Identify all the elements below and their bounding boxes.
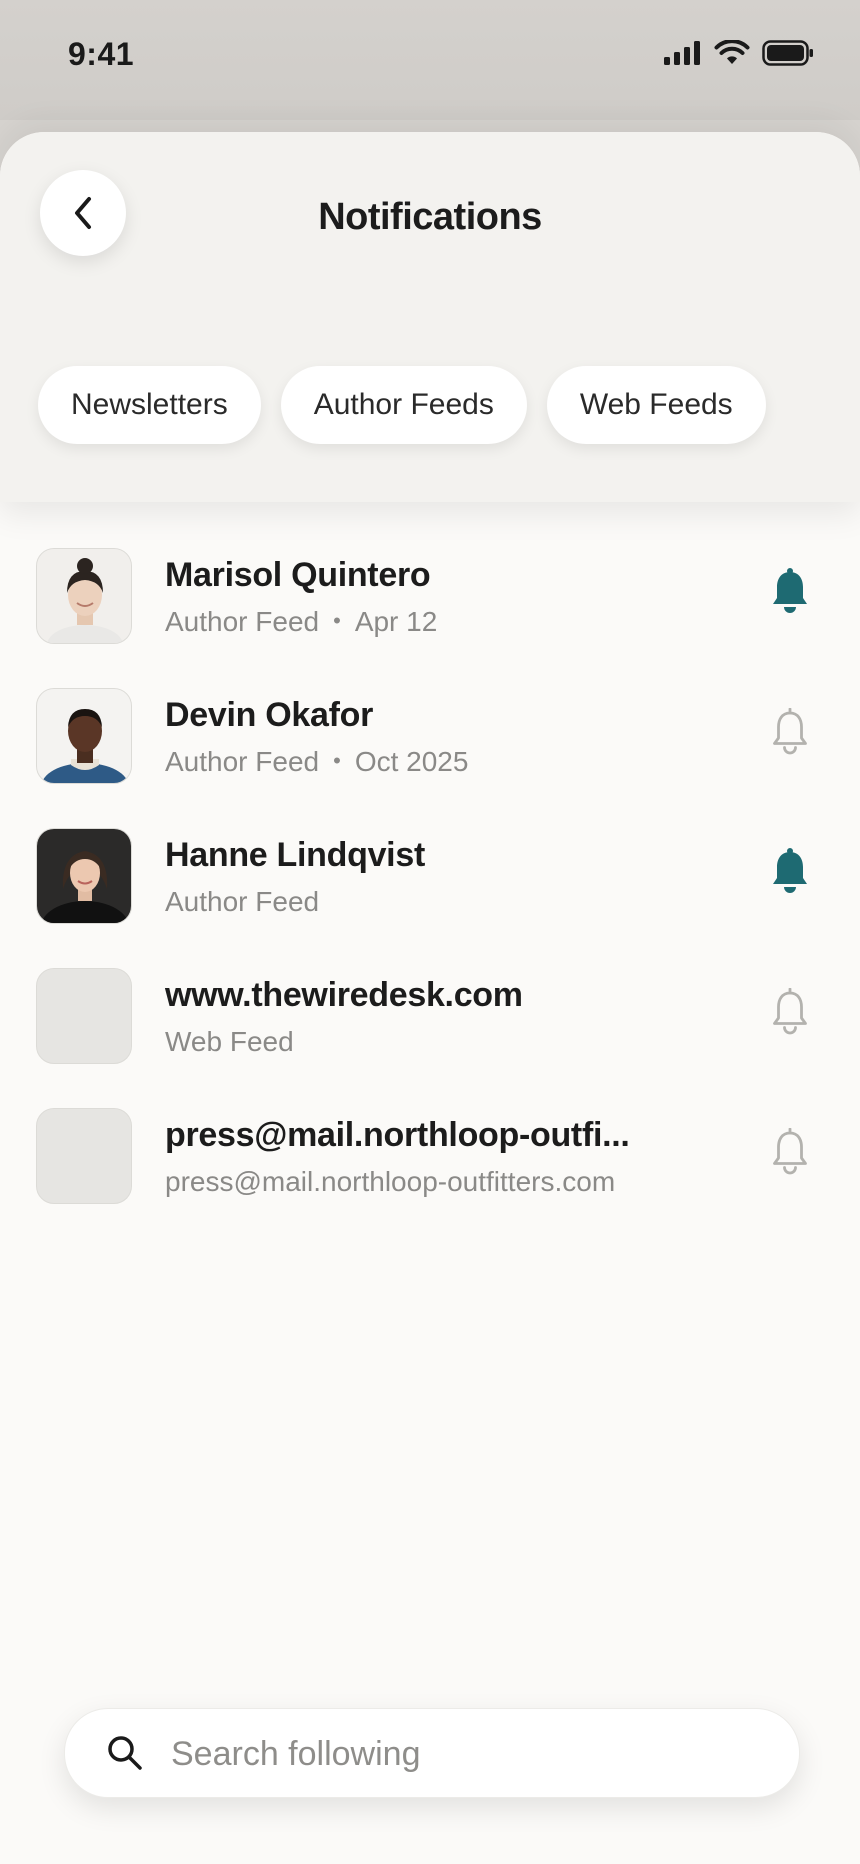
notification-toggle-off[interactable] bbox=[768, 706, 812, 758]
notifications-sheet: Notifications Newsletters Author Feeds W… bbox=[0, 132, 860, 1864]
item-subtitle: Web Feed bbox=[165, 1026, 294, 1057]
bell-filled-icon bbox=[773, 848, 807, 893]
list-item[interactable]: Marisol Quintero Author Feed • Apr 12 bbox=[0, 538, 860, 678]
search-bar[interactable] bbox=[64, 1708, 800, 1799]
notification-toggle-on[interactable] bbox=[768, 846, 812, 898]
item-type: Author Feed bbox=[165, 606, 320, 637]
following-list: Marisol Quintero Author Feed • Apr 12 De… bbox=[0, 538, 860, 1238]
status-icons bbox=[664, 40, 814, 66]
separator-dot: • bbox=[333, 608, 341, 633]
filter-tabs: Newsletters Author Feeds Web Feeds bbox=[38, 366, 766, 444]
list-item[interactable]: Hanne Lindqvist Author Feed bbox=[0, 818, 860, 958]
notification-toggle-on[interactable] bbox=[768, 566, 812, 618]
search-icon bbox=[108, 1736, 142, 1770]
item-date: Apr 12 bbox=[354, 606, 438, 637]
bell-outline-icon bbox=[773, 708, 807, 755]
status-bar: 9:41 bbox=[0, 0, 860, 120]
sheet-header: Notifications Newsletters Author Feeds W… bbox=[0, 132, 860, 502]
bell-filled-icon bbox=[773, 568, 807, 613]
tab-author-feeds[interactable]: Author Feeds bbox=[280, 366, 527, 444]
avatar-placeholder bbox=[36, 968, 132, 1064]
item-date: Oct 2025 bbox=[354, 746, 469, 777]
item-type: Author Feed bbox=[165, 886, 320, 917]
bell-outline-icon bbox=[773, 1128, 807, 1175]
tab-newsletters[interactable]: Newsletters bbox=[38, 366, 261, 444]
page-title: Notifications bbox=[318, 196, 542, 238]
avatar bbox=[36, 828, 132, 924]
avatar bbox=[36, 548, 132, 644]
tab-web-feeds[interactable]: Web Feeds bbox=[546, 366, 766, 444]
item-title: press@mail.northloop-outfi... bbox=[165, 1116, 630, 1154]
bell-outline-icon bbox=[773, 988, 807, 1035]
item-title: www.thewiredesk.com bbox=[165, 976, 523, 1014]
item-subtitle: press@mail.northloop-outfitters.com bbox=[165, 1166, 616, 1197]
list-item[interactable]: press@mail.northloop-outfi... press@mail… bbox=[0, 1098, 860, 1238]
list-item[interactable]: Devin Okafor Author Feed • Oct 2025 bbox=[0, 678, 860, 818]
search-input[interactable] bbox=[169, 1709, 773, 1799]
status-time: 9:41 bbox=[68, 36, 135, 72]
item-subtitle: Author Feed bbox=[165, 886, 319, 918]
notification-toggle-off[interactable] bbox=[768, 986, 812, 1038]
cellular-signal-icon bbox=[664, 41, 700, 65]
separator-dot: • bbox=[333, 748, 341, 773]
item-title: Hanne Lindqvist bbox=[165, 836, 425, 874]
list-item[interactable]: www.thewiredesk.com Web Feed bbox=[0, 958, 860, 1098]
avatar bbox=[36, 688, 132, 784]
item-subtitle: Author Feed • Apr 12 bbox=[165, 606, 437, 638]
item-title: Marisol Quintero bbox=[165, 556, 431, 594]
wifi-icon bbox=[714, 40, 750, 64]
battery-icon bbox=[762, 40, 813, 66]
avatar-placeholder bbox=[36, 1108, 132, 1204]
item-subtitle: Author Feed • Oct 2025 bbox=[165, 746, 468, 778]
notification-toggle-off[interactable] bbox=[768, 1126, 812, 1178]
item-title: Devin Okafor bbox=[165, 696, 374, 734]
item-type: Author Feed bbox=[165, 746, 320, 777]
